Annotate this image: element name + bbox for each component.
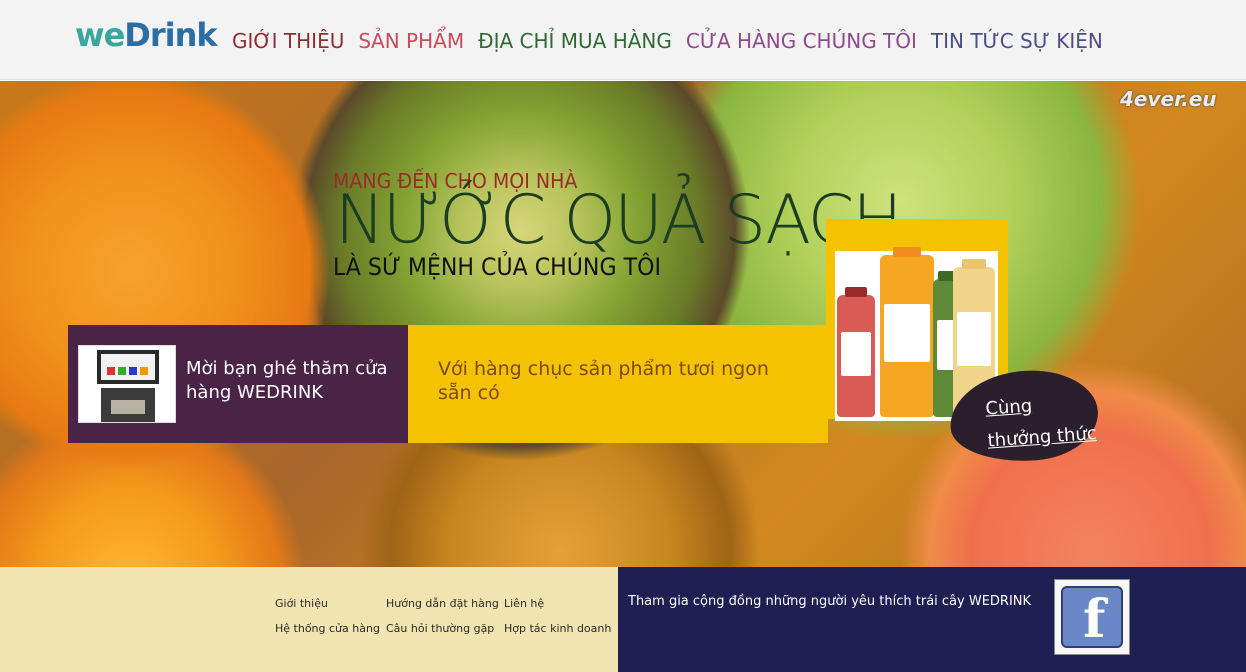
- community-join-text: Tham gia cộng đồng những người yêu thích…: [628, 594, 1032, 609]
- promo-store-text: Mời bạn ghé thăm cửa hàng WEDRINK: [186, 358, 388, 403]
- logo-we-text: we: [75, 16, 125, 54]
- logo-drink-text: Drink: [124, 16, 217, 54]
- tagline-mid: LÀ SỨ MỆNH CỦA CHÚNG TÔI: [333, 253, 661, 281]
- footer-community-panel: Tham gia cộng đồng những người yêu thích…: [618, 567, 1246, 672]
- wedrink-logo[interactable]: weDrink: [75, 16, 218, 56]
- cta-label: Cùng thưởng thức: [984, 395, 1098, 452]
- nav-item-dia-chi-mua-hang[interactable]: ĐỊA CHỈ MUA HÀNG: [478, 28, 672, 54]
- tagline-big: NƯỚC QUẢ SẠCH: [335, 181, 902, 260]
- site-header: weDrink GIỚI THIỆU SẢN PHẨM ĐỊA CHỈ MUA …: [0, 0, 1246, 80]
- bottle-vegetable: [837, 287, 875, 417]
- footer-link-lien-he[interactable]: Liên hệ: [504, 597, 544, 610]
- bottle-orange: [880, 247, 934, 417]
- footer-links-panel: Giới thiệu Hướng dẫn đặt hàng Liên hệ Hệ…: [0, 567, 618, 672]
- footer-link-huong-dan-dat-hang[interactable]: Hướng dẫn đặt hàng: [386, 597, 499, 610]
- nav-item-cua-hang[interactable]: CỬA HÀNG CHÚNG TÔI: [686, 28, 917, 54]
- footer-link-he-thong-cua-hang[interactable]: Hệ thống cửa hàng: [275, 622, 380, 635]
- nav-item-san-pham[interactable]: SẢN PHẨM: [358, 28, 464, 54]
- footer-link-cau-hoi[interactable]: Câu hỏi thường gặp: [386, 622, 494, 635]
- store-interior-image: [101, 388, 155, 422]
- watermark: 4ever.eu: [1120, 87, 1217, 111]
- nav-item-gioi-thieu[interactable]: GIỚI THIỆU: [232, 28, 344, 54]
- store-thumbnail[interactable]: [78, 345, 176, 423]
- nav-item-tin-tuc[interactable]: TIN TỨC SỰ KIỆN: [931, 28, 1103, 54]
- promo-store-box[interactable]: Mời bạn ghé thăm cửa hàng WEDRINK: [68, 325, 408, 443]
- footer-link-hop-tac[interactable]: Hợp tác kinh doanh: [504, 622, 611, 635]
- facebook-icon[interactable]: f: [1054, 579, 1130, 655]
- promo-products-box: Với hàng chục sản phẩm tươi ngon sẵn có: [408, 325, 828, 443]
- main-nav: GIỚI THIỆU SẢN PHẨM ĐỊA CHỈ MUA HÀNG CỬA…: [232, 28, 1103, 54]
- facebook-f-letter: f: [1083, 589, 1106, 650]
- store-sign-image: [97, 350, 159, 384]
- hero-banner: 4ever.eu MANG ĐẾN CHO MỌI NHÀ NƯỚC QUẢ S…: [0, 81, 1246, 567]
- footer-link-gioi-thieu[interactable]: Giới thiệu: [275, 597, 328, 610]
- promo-products-text: Với hàng chục sản phẩm tươi ngon sẵn có: [438, 358, 769, 404]
